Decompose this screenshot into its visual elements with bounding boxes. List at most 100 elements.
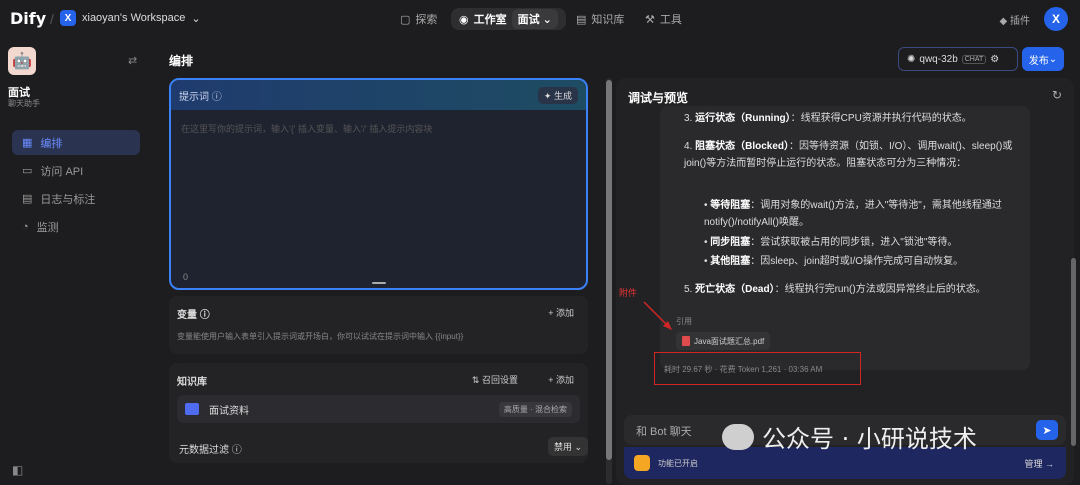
add-label: 添加 bbox=[555, 375, 574, 385]
breadcrumb-label: 面试 bbox=[517, 14, 540, 26]
watermark-text: 公众号 · 小研说技术 bbox=[762, 425, 977, 453]
list-item: 5. 死亡状态（Dead）：线程执行完run()方法或因异常终止后的状态。 bbox=[684, 281, 1024, 298]
knowledge-card: 知识库 ⇅ 召回设置 + 添加 面试资料 高质量 · 混合检索 元数据过滤 ⓘ … bbox=[169, 363, 588, 463]
top-bar: Dify / X xiaoyan's Workspace ⌄ ▢ 探索 ◉ 工作… bbox=[0, 0, 1080, 38]
list-bold: 阻塞状态（Blocked） bbox=[695, 141, 790, 152]
explore-icon: ▢ bbox=[400, 13, 411, 26]
sidebar-item-logs[interactable]: ▤ 日志与标注 bbox=[12, 186, 140, 211]
monitor-icon: ◔ bbox=[22, 220, 29, 233]
knowledge-title: 知识库 bbox=[177, 377, 207, 388]
info-icon: ⓘ bbox=[231, 445, 242, 456]
sidebar-item-label: 编排 bbox=[40, 137, 63, 150]
workspace-badge: X bbox=[60, 10, 76, 26]
chevron-down-icon: ⌄ bbox=[191, 12, 201, 25]
metadata-filter-select[interactable]: 禁用 ⌄ bbox=[547, 437, 588, 456]
metadata-filter-label: 元数据过滤 bbox=[179, 445, 229, 456]
list-item: 4. 阻塞状态（Blocked）：因等待资源（如锁、I/O）、调用wait()、… bbox=[684, 138, 1024, 172]
nav-explore[interactable]: ▢ 探索 bbox=[400, 8, 437, 30]
sub-text: ：尝试获取被占用的同步锁，进入"锁池"等待。 bbox=[750, 237, 958, 248]
generate-button[interactable]: ✦ 生成 bbox=[537, 86, 578, 104]
retrieval-badge: 高质量 · 混合检索 bbox=[498, 401, 572, 417]
nav-label: 工具 bbox=[659, 14, 682, 26]
sidebar-item-orchestrate[interactable]: ▦ 编排 bbox=[12, 130, 140, 155]
workspace-name: xiaoyan's Workspace bbox=[82, 12, 186, 24]
sub-list-item: • 等待阻塞：调用对象的wait()方法，进入"等待池"，需其他线程通过noti… bbox=[704, 200, 1002, 228]
knowledge-item[interactable]: 面试资料 高质量 · 混合检索 bbox=[177, 395, 580, 423]
book-icon: ▤ bbox=[576, 13, 587, 26]
recall-label: 召回设置 bbox=[481, 375, 518, 385]
sub-bold: 等待阻塞 bbox=[710, 200, 751, 211]
list-item: 3. 运行状态（Running）：线程获得CPU资源并执行代码的状态。 bbox=[684, 110, 1024, 127]
sidebar-item-label: 访问 API bbox=[40, 165, 84, 178]
nav-studio[interactable]: ◉ 工作室 面试 ⌄ bbox=[451, 8, 566, 30]
hammer-icon: ⚒ bbox=[645, 13, 655, 26]
publish-button[interactable]: 发布 ⌄ bbox=[1022, 47, 1064, 71]
prompt-editor[interactable]: 提示词 ⓘ ✦ 生成 在这里写你的提示词，输入'{' 插入变量、输入'/' 插入… bbox=[169, 78, 588, 290]
sidebar-item-label: 监测 bbox=[36, 221, 59, 234]
sidebar-item-api[interactable]: ▭ 访问 API bbox=[12, 158, 140, 183]
wechat-icon bbox=[722, 423, 754, 450]
sliders-icon[interactable]: ⇄ bbox=[128, 54, 137, 67]
plugins-button[interactable]: ◆ 插件 bbox=[1000, 12, 1030, 27]
citation-file-name: Java面试题汇总.pdf bbox=[694, 336, 765, 346]
send-icon: ➤ bbox=[1042, 424, 1052, 437]
prompt-header: 提示词 ⓘ ✦ 生成 bbox=[171, 80, 586, 110]
prompt-placeholder: 在这里写你的提示词，输入'{' 插入变量、输入'/' 插入提示内容块 bbox=[181, 124, 433, 134]
watermark: 公众号 · 小研说技术 bbox=[722, 419, 977, 454]
add-knowledge-button[interactable]: + 添加 bbox=[548, 373, 574, 386]
add-label: 添加 bbox=[555, 308, 574, 318]
model-name: qwq-32b bbox=[919, 53, 958, 65]
knowledge-name: 面试资料 bbox=[209, 405, 249, 417]
variables-description: 变量能使用户输入表单引入提示词或开场白，你可以试试在提示词中输入 {{input… bbox=[177, 332, 464, 341]
recall-icon: ⇅ bbox=[471, 375, 480, 385]
folder-icon bbox=[185, 403, 199, 415]
manage-button[interactable]: 管理 → bbox=[1024, 457, 1054, 470]
nav-tools[interactable]: ⚒ 工具 bbox=[645, 8, 682, 30]
prompt-label-text: 提示词 bbox=[179, 91, 209, 103]
info-icon: ⓘ bbox=[211, 91, 222, 103]
publish-label: 发布 bbox=[1028, 55, 1049, 67]
sparkle-icon: ✦ bbox=[543, 90, 552, 101]
sub-bold: 同步阻塞 bbox=[710, 237, 751, 248]
page-title: 编排 bbox=[169, 54, 194, 68]
workspace-switcher[interactable]: X xiaoyan's Workspace ⌄ bbox=[60, 10, 201, 26]
app-breadcrumb[interactable]: 面试 ⌄ bbox=[511, 9, 558, 29]
dify-logo[interactable]: Dify bbox=[10, 9, 46, 28]
send-button[interactable]: ➤ bbox=[1036, 420, 1058, 440]
nav-knowledge[interactable]: ▤ 知识库 bbox=[576, 8, 624, 30]
sidebar-item-monitor[interactable]: ◔ 监测 bbox=[12, 214, 140, 239]
variables-title: 变量 ⓘ bbox=[177, 306, 210, 321]
metadata-filter-row: 元数据过滤 ⓘ 禁用 ⌄ bbox=[179, 437, 598, 456]
variables-title-text: 变量 bbox=[177, 310, 197, 321]
avatar[interactable]: X bbox=[1044, 7, 1068, 31]
add-variable-button[interactable]: + 添加 bbox=[548, 306, 574, 319]
recall-settings-button[interactable]: ⇅ 召回设置 bbox=[472, 373, 518, 386]
annotation-arrow bbox=[643, 301, 672, 330]
sidebar: 🤖 ⇄ 面试 聊天助手 ▦ 编排 ▭ 访问 API ▤ 日志与标注 ◔ 监测 ◧ bbox=[0, 38, 155, 485]
sub-bold: 其他阻塞 bbox=[710, 256, 751, 267]
collapse-sidebar-icon[interactable]: ◧ bbox=[12, 463, 23, 477]
sub-text: ：因sleep、join超时或I/O操作完成可自动恢复。 bbox=[750, 256, 964, 267]
sub-list-item: • 同步阻塞：尝试获取被占用的同步锁，进入"锁池"等待。 bbox=[704, 237, 958, 248]
reset-icon[interactable]: ↻ bbox=[1052, 88, 1062, 102]
preview-scrollbar[interactable] bbox=[1071, 258, 1076, 446]
resize-handle[interactable] bbox=[372, 282, 386, 284]
prompt-label: 提示词 ⓘ bbox=[179, 88, 222, 103]
metadata-filter-value: 禁用 bbox=[553, 442, 572, 452]
editor-scrollbar[interactable] bbox=[606, 80, 612, 460]
nav-label: 探索 bbox=[415, 14, 438, 26]
nav-label: 知识库 bbox=[591, 14, 625, 26]
model-selector[interactable]: ✺ qwq-32b CHAT ⚙ bbox=[898, 47, 1018, 71]
divider: / bbox=[50, 11, 54, 27]
nav-label: 工作室 bbox=[473, 14, 507, 26]
chat-input-placeholder: 和 Bot 聊天 bbox=[636, 426, 692, 438]
orchestrate-panel: 编排 提示词 ⓘ ✦ 生成 在这里写你的提示词，输入'{' 插入变量、输入'/'… bbox=[155, 38, 600, 485]
robot-icon: ◉ bbox=[459, 13, 469, 26]
variables-card: 变量 ⓘ + 添加 变量能使用户输入表单引入提示词或开场白，你可以试试在提示词中… bbox=[169, 296, 588, 354]
list-text: ：线程执行完run()方法或因异常终止后的状态。 bbox=[774, 284, 986, 295]
model-icon: ✺ bbox=[907, 53, 916, 65]
list-text: ：线程获得CPU资源并执行代码的状态。 bbox=[790, 113, 972, 124]
model-tag: CHAT bbox=[961, 54, 987, 64]
generate-label: 生成 bbox=[553, 90, 572, 101]
app-type: 聊天助手 bbox=[8, 99, 40, 108]
